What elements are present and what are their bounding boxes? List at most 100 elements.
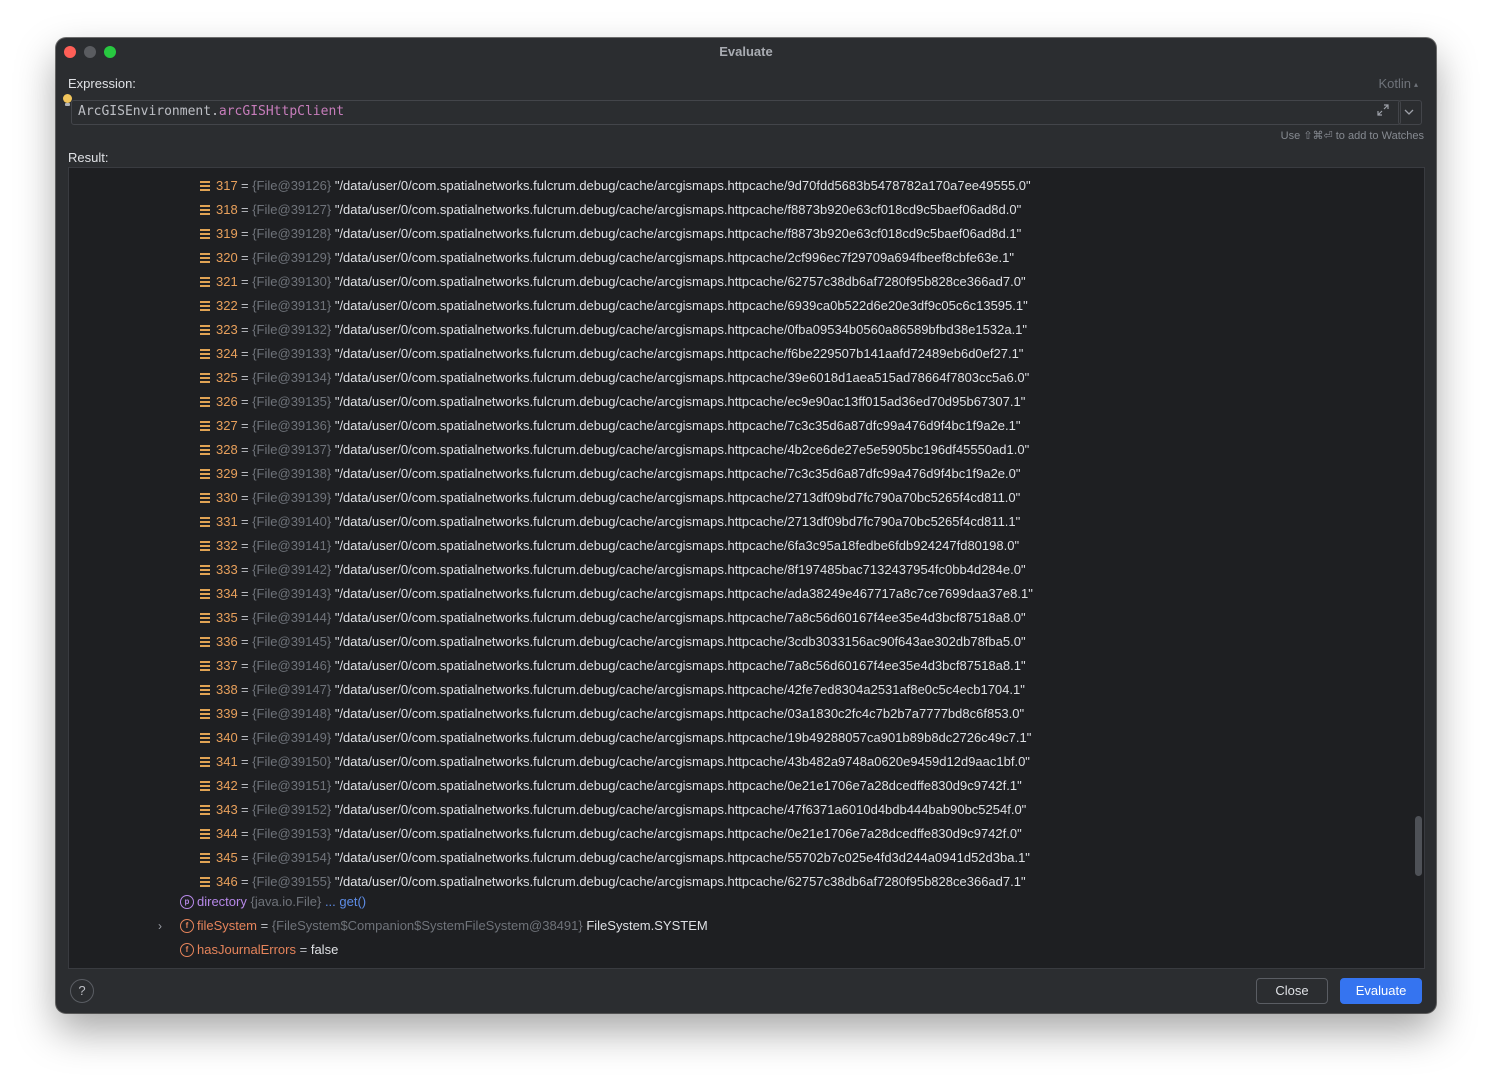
item-body: = {File@39143} "/data/user/0/com.spatial… (241, 582, 1033, 606)
list-item[interactable]: 331 = {File@39140} "/data/user/0/com.spat… (69, 510, 1424, 534)
vertical-scrollbar[interactable] (1415, 816, 1422, 876)
item-ref: {File@39133} (252, 346, 332, 361)
item-ref: {File@39134} (252, 370, 332, 385)
item-index: 340 (216, 730, 238, 745)
expression-code[interactable]: ArcGISEnvironment.arcGISHttpClient (78, 104, 344, 119)
item-index: 345 (216, 850, 238, 865)
equals-sign: = (241, 418, 253, 433)
list-item[interactable]: 343 = {File@39152} "/data/user/0/com.spat… (69, 798, 1424, 822)
list-item[interactable]: 317 = {File@39126} "/data/user/0/com.spat… (69, 174, 1424, 198)
list-item[interactable]: 325 = {File@39134} "/data/user/0/com.spat… (69, 366, 1424, 390)
equals-sign: = (241, 682, 253, 697)
help-button[interactable]: ? (70, 979, 94, 1003)
directory-getter-link[interactable]: ... get() (325, 894, 366, 909)
list-item[interactable]: 338 = {File@39147} "/data/user/0/com.spat… (69, 678, 1424, 702)
item-ref: {File@39154} (252, 850, 332, 865)
list-element-icon (200, 853, 210, 863)
item-ref: {File@39152} (252, 802, 332, 817)
tree-row-directory[interactable]: p directory {java.io.File} ... get() (69, 890, 1424, 914)
list-element-icon (200, 421, 210, 431)
list-item[interactable]: 342 = {File@39151} "/data/user/0/com.spat… (69, 774, 1424, 798)
item-value: "/data/user/0/com.spatialnetworks.fulcru… (334, 610, 1026, 625)
list-item[interactable]: 321 = {File@39130} "/data/user/0/com.spat… (69, 270, 1424, 294)
item-ref: {File@39142} (252, 562, 332, 577)
list-item[interactable]: 327 = {File@39136} "/data/user/0/com.spat… (69, 414, 1424, 438)
list-item[interactable]: 328 = {File@39137} "/data/user/0/com.spat… (69, 438, 1424, 462)
expand-icon[interactable] (1376, 103, 1392, 121)
list-item[interactable]: 319 = {File@39128} "/data/user/0/com.spat… (69, 222, 1424, 246)
list-item[interactable]: 339 = {File@39148} "/data/user/0/com.spat… (69, 702, 1424, 726)
list-element-icon (200, 469, 210, 479)
item-body: = {File@39128} "/data/user/0/com.spatial… (241, 222, 1021, 246)
item-index: 323 (216, 322, 238, 337)
item-ref: {File@39139} (252, 490, 332, 505)
language-selector[interactable]: Kotlin ▴ (1378, 76, 1418, 91)
item-index: 329 (216, 466, 238, 481)
expression-input[interactable]: ArcGISEnvironment.arcGISHttpClient (71, 100, 1401, 125)
list-element-icon (200, 877, 210, 887)
item-body: = {File@39134} "/data/user/0/com.spatial… (241, 366, 1029, 390)
expression-property: arcGISHttpClient (218, 104, 345, 119)
equals-sign: = (241, 226, 253, 241)
list-element-icon (200, 541, 210, 551)
equals-sign: = (241, 658, 253, 673)
list-element-icon (200, 781, 210, 791)
list-item[interactable]: 336 = {File@39145} "/data/user/0/com.spat… (69, 630, 1424, 654)
item-ref: {File@39130} (252, 274, 332, 289)
evaluate-button[interactable]: Evaluate (1340, 978, 1422, 1004)
result-tree[interactable]: 317 = {File@39126} "/data/user/0/com.spat… (68, 167, 1425, 969)
list-item[interactable]: 318 = {File@39127} "/data/user/0/com.spat… (69, 198, 1424, 222)
item-index: 342 (216, 778, 238, 793)
item-index: 339 (216, 706, 238, 721)
item-ref: {File@39143} (252, 586, 332, 601)
list-item[interactable]: 322 = {File@39131} "/data/user/0/com.spat… (69, 294, 1424, 318)
item-value: "/data/user/0/com.spatialnetworks.fulcru… (334, 346, 1024, 361)
chevron-right-icon[interactable]: › (158, 914, 162, 938)
list-item[interactable]: 329 = {File@39138} "/data/user/0/com.spat… (69, 462, 1424, 486)
tree-row-journal-errors[interactable]: f hasJournalErrors = false (69, 938, 1424, 962)
list-item[interactable]: 324 = {File@39133} "/data/user/0/com.spat… (69, 342, 1424, 366)
item-value: "/data/user/0/com.spatialnetworks.fulcru… (334, 874, 1026, 889)
item-body: = {File@39131} "/data/user/0/com.spatial… (241, 294, 1028, 318)
item-ref: {File@39138} (252, 466, 332, 481)
list-item[interactable]: 335 = {File@39144} "/data/user/0/com.spat… (69, 606, 1424, 630)
list-item[interactable]: 340 = {File@39149} "/data/user/0/com.spat… (69, 726, 1424, 750)
item-value: "/data/user/0/com.spatialnetworks.fulcru… (334, 706, 1025, 721)
list-item[interactable]: 333 = {File@39142} "/data/user/0/com.spat… (69, 558, 1424, 582)
item-index: 326 (216, 394, 238, 409)
item-ref: {File@39136} (252, 418, 332, 433)
list-item[interactable]: 323 = {File@39132} "/data/user/0/com.spat… (69, 318, 1424, 342)
item-ref: {File@39146} (252, 658, 332, 673)
list-item[interactable]: 341 = {File@39150} "/data/user/0/com.spat… (69, 750, 1424, 774)
item-value: "/data/user/0/com.spatialnetworks.fulcru… (334, 826, 1022, 841)
list-element-icon (200, 805, 210, 815)
item-ref: {File@39127} (252, 202, 332, 217)
list-element-icon (200, 445, 210, 455)
list-element-icon (200, 253, 210, 263)
list-item[interactable]: 326 = {File@39135} "/data/user/0/com.spat… (69, 390, 1424, 414)
list-element-icon (200, 565, 210, 575)
list-item[interactable]: 332 = {File@39141} "/data/user/0/com.spat… (69, 534, 1424, 558)
list-item[interactable]: 334 = {File@39143} "/data/user/0/com.spat… (69, 582, 1424, 606)
item-value: "/data/user/0/com.spatialnetworks.fulcru… (334, 298, 1028, 313)
list-element-icon (200, 277, 210, 287)
list-item[interactable]: 345 = {File@39154} "/data/user/0/com.spat… (69, 846, 1424, 870)
item-value: "/data/user/0/com.spatialnetworks.fulcru… (334, 202, 1022, 217)
item-ref: {File@39129} (252, 250, 332, 265)
history-dropdown-button[interactable] (1398, 100, 1422, 125)
item-value: "/data/user/0/com.spatialnetworks.fulcru… (334, 490, 1021, 505)
item-index: 324 (216, 346, 238, 361)
list-item[interactable]: 337 = {File@39146} "/data/user/0/com.spat… (69, 654, 1424, 678)
item-index: 319 (216, 226, 238, 241)
list-item[interactable]: 330 = {File@39139} "/data/user/0/com.spat… (69, 486, 1424, 510)
close-button[interactable]: Close (1256, 978, 1328, 1004)
item-value: "/data/user/0/com.spatialnetworks.fulcru… (334, 634, 1026, 649)
equals-sign: = (241, 250, 253, 265)
list-item[interactable]: 320 = {File@39129} "/data/user/0/com.spat… (69, 246, 1424, 270)
item-ref: {File@39153} (252, 826, 332, 841)
equals-sign: = (241, 826, 253, 841)
item-index: 318 (216, 202, 238, 217)
tree-row-filesystem[interactable]: › f fileSystem = {FileSystem$Companion$S… (69, 914, 1424, 938)
list-item[interactable]: 344 = {File@39153} "/data/user/0/com.spat… (69, 822, 1424, 846)
item-index: 331 (216, 514, 238, 529)
